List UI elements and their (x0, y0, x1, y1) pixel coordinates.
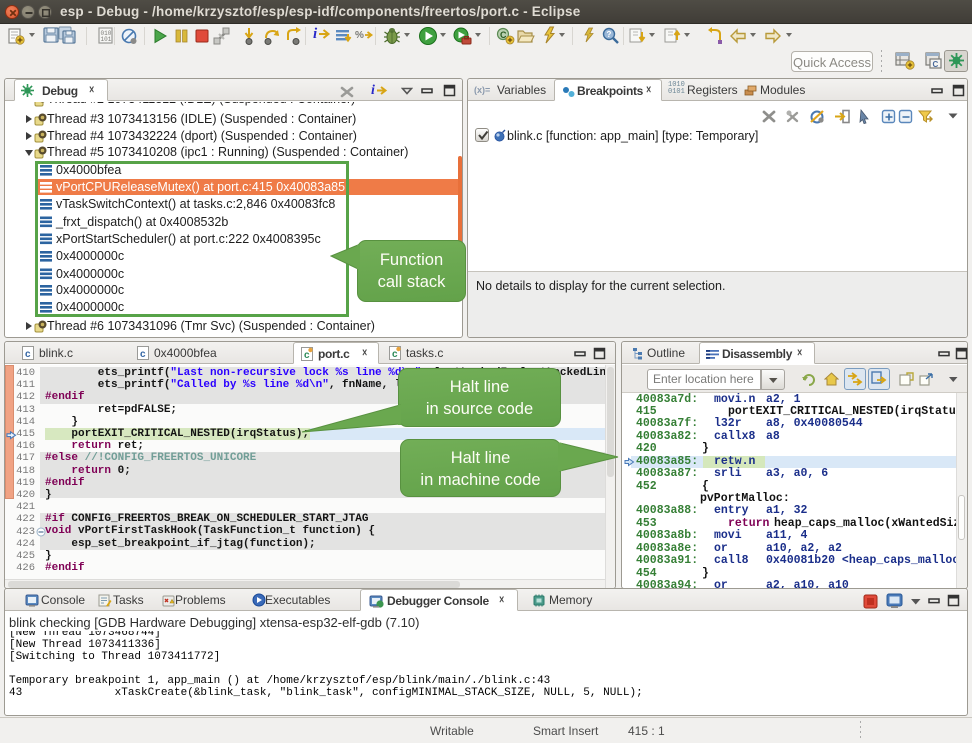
svg-text:c: c (140, 349, 146, 360)
svg-text:%: % (355, 30, 364, 41)
svg-text:c: c (25, 349, 31, 360)
svg-text:?: ? (607, 30, 612, 39)
svg-text:101: 101 (101, 36, 112, 43)
svg-text:C: C (933, 60, 939, 69)
